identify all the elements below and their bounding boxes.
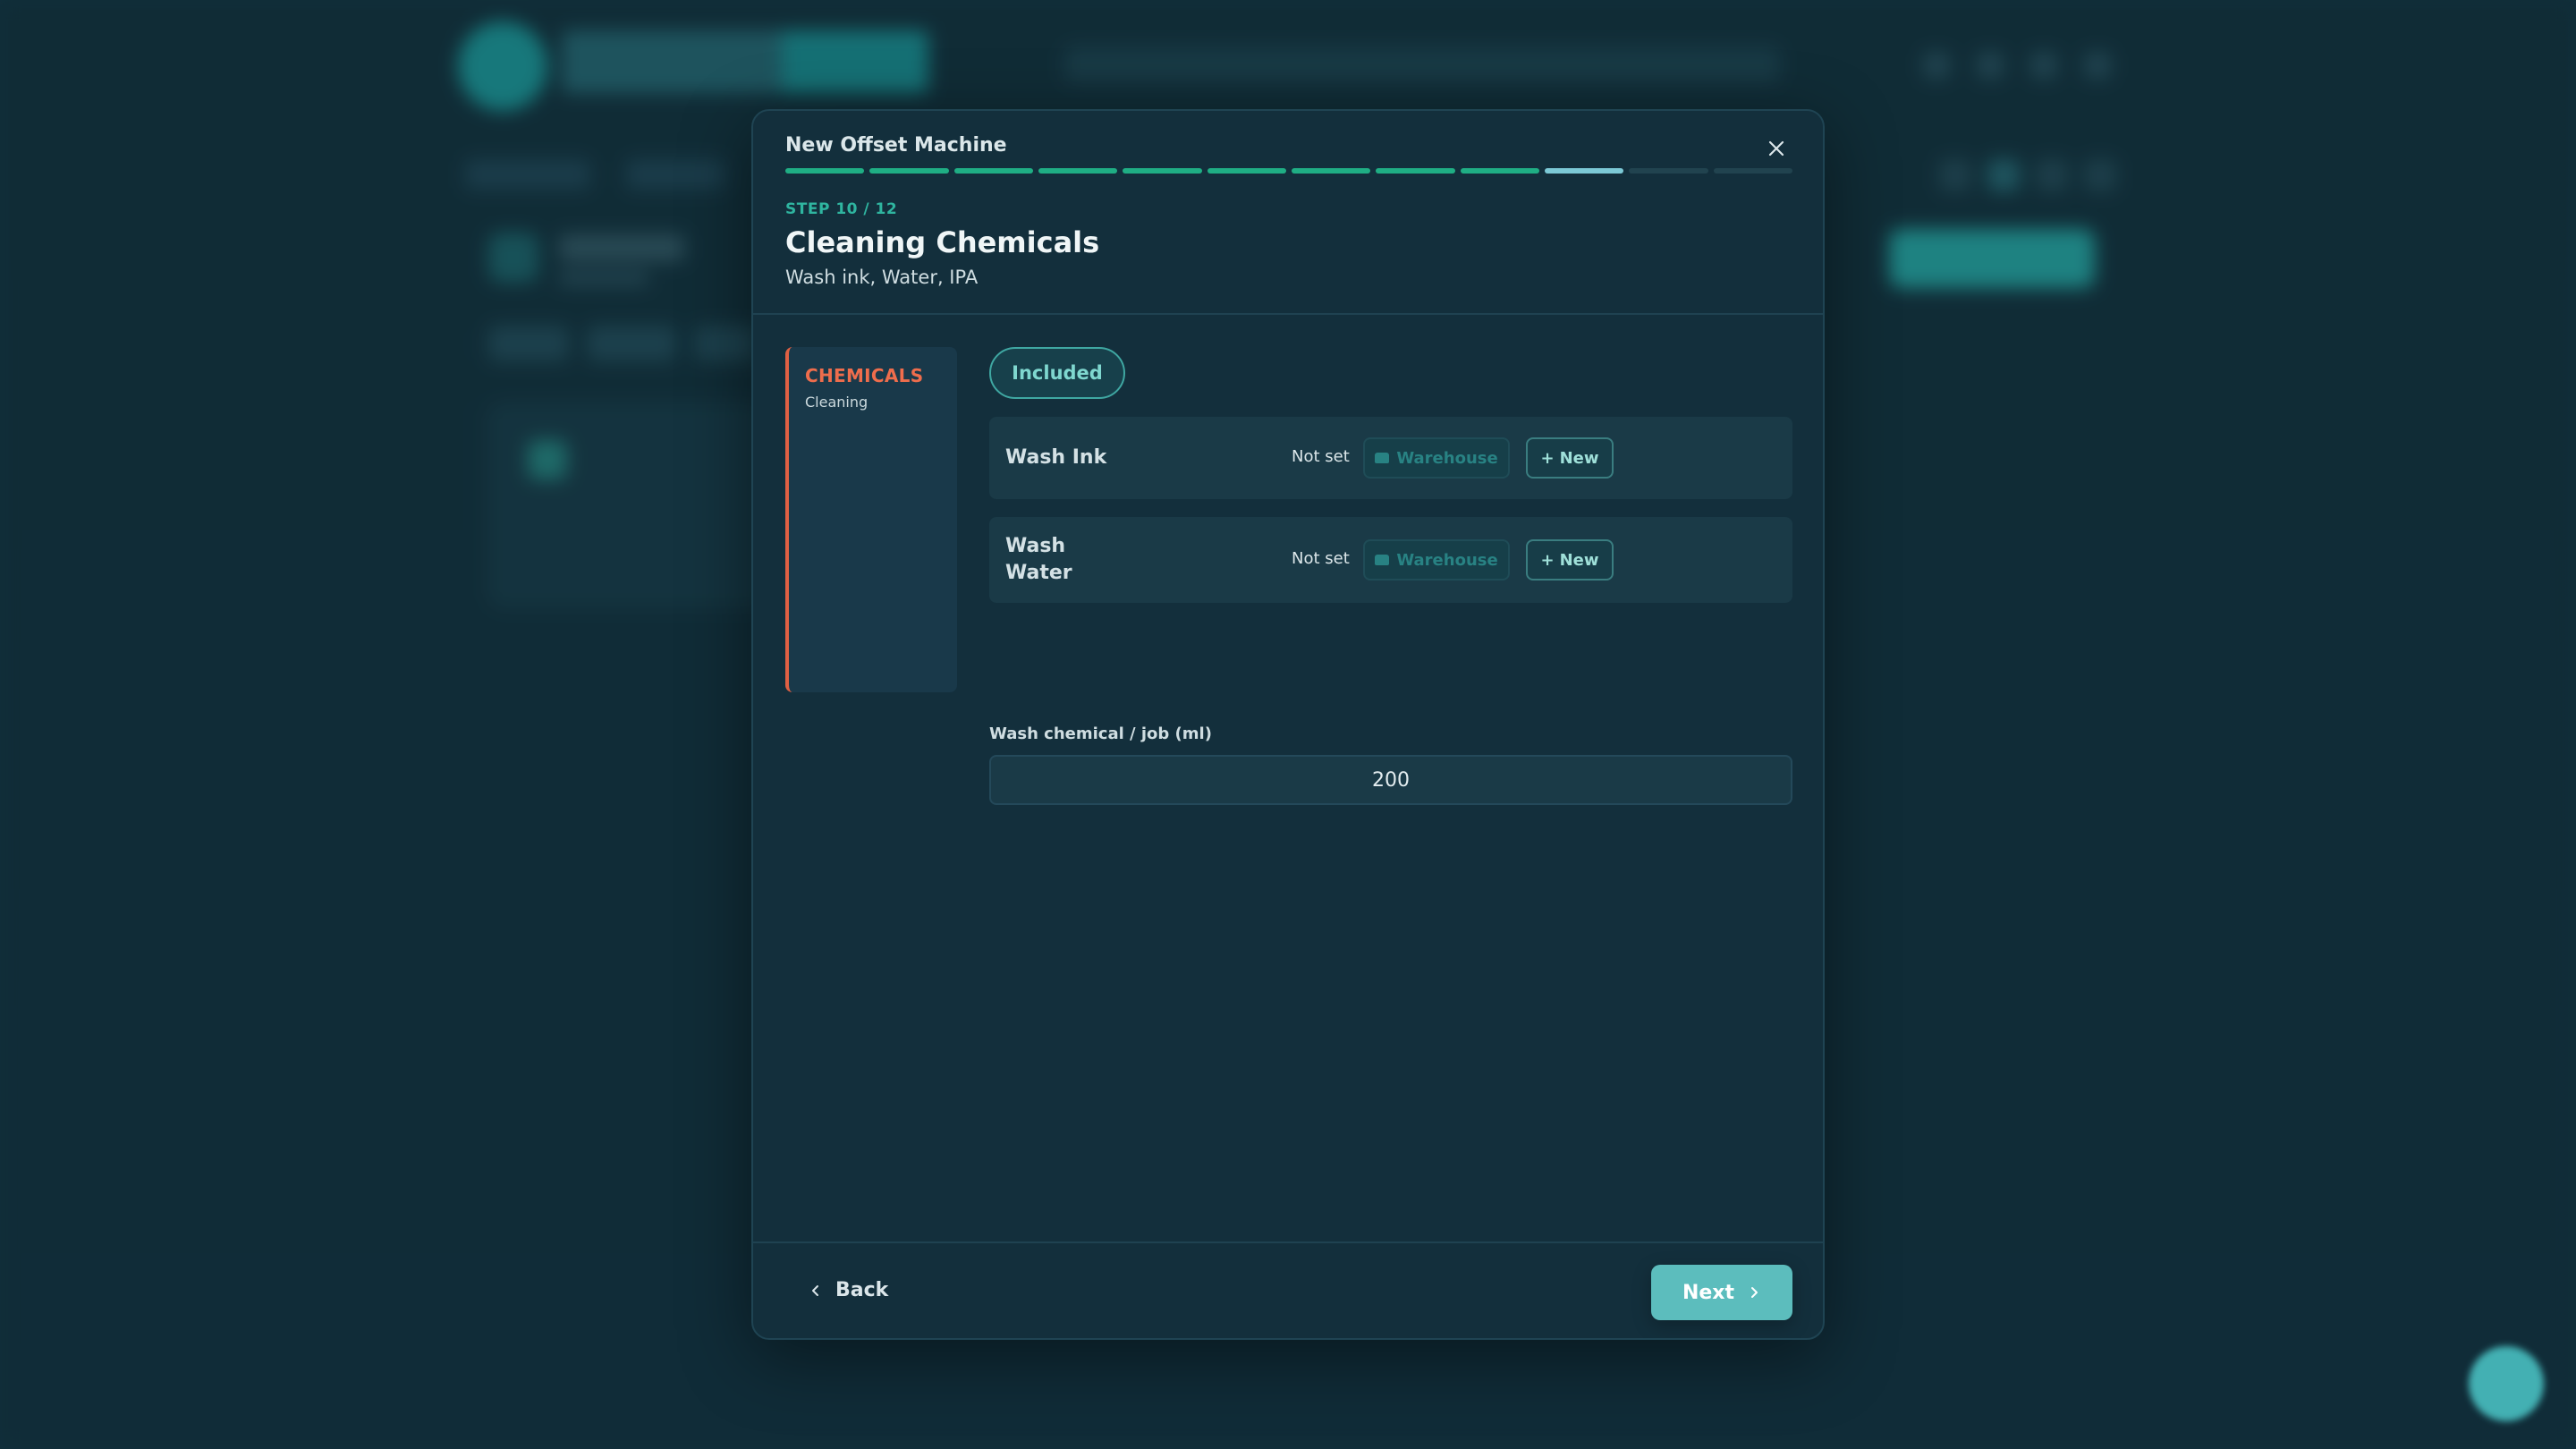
close-icon [1768,140,1784,157]
progress-segment [869,168,949,174]
section-nav-item-chemicals[interactable]: CHEMICALS Cleaning [785,347,957,692]
section-subtitle: Cleaning [805,394,869,411]
next-button-label: Next [1682,1281,1735,1304]
new-button-label: New [1559,550,1599,570]
chemical-status: Not set [1292,549,1350,568]
next-button[interactable]: Next [1651,1265,1792,1320]
progress-segment [1713,168,1792,174]
back-button[interactable]: Back [809,1279,888,1301]
wash-chemical-per-job-label: Wash chemical / job (ml) [989,724,1212,743]
step-subtitle: Wash ink, Water, IPA [785,267,979,288]
chemical-name: Wash Water [1005,535,1072,584]
warehouse-button[interactable]: Warehouse [1363,539,1510,580]
progress-segment [1376,168,1455,174]
new-chemical-button[interactable]: + New [1526,437,1614,479]
progress-segment [1629,168,1708,174]
wash-chemical-per-job-input[interactable] [989,755,1792,805]
chemical-status: Not set [1292,447,1350,466]
warehouse-icon [1375,555,1390,565]
step-label: STEP 10 / 12 [785,200,898,218]
new-button-label: New [1559,448,1599,468]
plus-icon: + [1540,448,1555,468]
step-progress-bar [785,168,1792,174]
help-fab-button[interactable] [2469,1346,2544,1421]
modal-footer: Back Next [753,1241,1823,1338]
progress-segment [1291,168,1371,174]
warehouse-button-label: Warehouse [1396,448,1498,468]
new-machine-wizard-modal: New Offset Machine STEP 10 / 12 Cleaning… [751,109,1825,1340]
progress-segment [953,168,1033,174]
progress-segment [1460,168,1539,174]
warehouse-button-label: Warehouse [1396,550,1498,570]
modal-title: New Offset Machine [785,134,1007,157]
chemical-row-wash-ink: Wash Ink Not set Warehouse + New [989,417,1792,499]
progress-segment [785,168,865,174]
new-chemical-button[interactable]: + New [1526,539,1614,580]
progress-segment [1038,168,1118,174]
close-button[interactable] [1760,132,1792,165]
step-title: Cleaning Chemicals [785,225,1100,259]
warehouse-button[interactable]: Warehouse [1363,437,1510,479]
warehouse-icon [1375,453,1390,463]
included-toggle[interactable]: Included [989,347,1125,399]
section-name: CHEMICALS [805,365,924,386]
progress-segment [1123,168,1202,174]
back-button-label: Back [835,1279,889,1301]
plus-icon: + [1540,550,1555,570]
progress-segment [1544,168,1624,174]
chemical-row-wash-water: Wash Water Not set Warehouse + New [989,517,1792,603]
progress-segment [1207,168,1286,174]
chevron-left-icon [812,1284,818,1296]
chemical-name: Wash Ink [1005,446,1107,469]
chevron-right-icon [1751,1287,1758,1298]
modal-header: New Offset Machine STEP 10 / 12 Cleaning… [753,111,1823,315]
